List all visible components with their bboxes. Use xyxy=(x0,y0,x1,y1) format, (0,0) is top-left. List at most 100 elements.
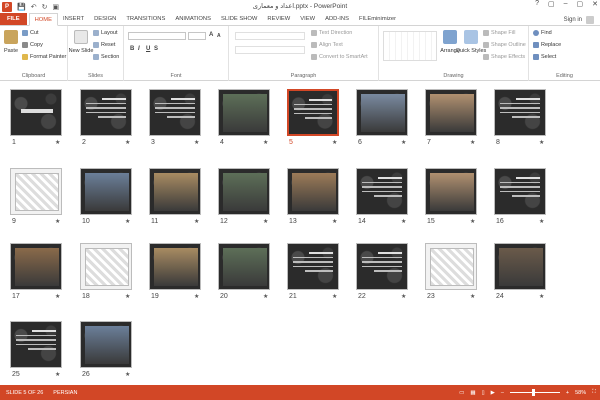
slide-preview[interactable] xyxy=(10,321,62,368)
slide-thumbnail[interactable]: 4 ★ xyxy=(218,89,270,146)
shape-effects-button[interactable]: Shape Effects xyxy=(483,54,525,60)
list-buttons[interactable] xyxy=(235,32,305,40)
new-slide-button[interactable]: New Slide xyxy=(69,30,93,54)
slide-preview[interactable] xyxy=(149,243,201,290)
slide-preview[interactable] xyxy=(10,89,62,136)
font-size-dropdown[interactable] xyxy=(188,32,206,40)
slide-thumbnail[interactable]: 24 ★ xyxy=(494,243,546,300)
star-icon[interactable]: ★ xyxy=(539,293,544,300)
slide-thumbnail[interactable]: 14 ★ xyxy=(356,168,408,225)
find-button[interactable]: Find xyxy=(533,30,552,36)
tab-home[interactable]: HOME xyxy=(28,13,58,26)
slide-preview[interactable] xyxy=(425,168,477,215)
star-icon[interactable]: ★ xyxy=(470,218,475,225)
increase-font-size-button[interactable]: A xyxy=(209,32,213,38)
copy-button[interactable]: Copy xyxy=(22,42,43,48)
slide-thumbnail[interactable]: 15 ★ xyxy=(425,168,477,225)
star-icon[interactable]: ★ xyxy=(401,139,406,146)
slide-preview[interactable] xyxy=(425,89,477,136)
star-icon[interactable]: ★ xyxy=(55,371,60,378)
zoom-slider[interactable] xyxy=(509,389,560,396)
slide-preview[interactable] xyxy=(218,168,270,215)
slide-thumbnail[interactable]: 12 ★ xyxy=(218,168,270,225)
fit-slide-icon[interactable]: ⛶ xyxy=(592,389,596,396)
star-icon[interactable]: ★ xyxy=(263,293,268,300)
slide-thumbnail[interactable]: 2 ★ xyxy=(80,89,132,146)
star-icon[interactable]: ★ xyxy=(194,293,199,300)
shape-fill-button[interactable]: Shape Fill xyxy=(483,30,515,36)
slide-thumbnail[interactable]: 16 ★ xyxy=(494,168,546,225)
slide-thumbnail[interactable]: 10 ★ xyxy=(80,168,132,225)
slide-thumbnail[interactable]: 6 ★ xyxy=(356,89,408,146)
slide-thumbnail[interactable]: 20 ★ xyxy=(218,243,270,300)
slide-preview[interactable] xyxy=(494,89,546,136)
start-slideshow-icon[interactable]: ▣ xyxy=(52,3,59,11)
save-icon[interactable]: 💾 xyxy=(17,3,26,11)
tab-insert[interactable]: INSERT xyxy=(58,13,89,25)
slide-preview[interactable] xyxy=(10,243,62,290)
text-direction-button[interactable]: Text Direction xyxy=(311,30,352,36)
slide-preview[interactable] xyxy=(218,243,270,290)
tab-animations[interactable]: ANIMATIONS xyxy=(170,13,216,25)
help-icon[interactable]: ? xyxy=(535,0,539,8)
slide-thumbnail[interactable]: 5 ★ xyxy=(287,89,339,146)
undo-icon[interactable]: ↶ xyxy=(31,3,37,11)
shape-outline-button[interactable]: Shape Outline xyxy=(483,42,526,48)
slide-thumbnail[interactable]: 26 ★ xyxy=(80,321,132,378)
star-icon[interactable]: ★ xyxy=(470,293,475,300)
slide-sorter[interactable]: 1 ★ 2 ★ 3 ★ 4 ★ 5 ★ 6 ★ 7 ★ 8 ★ 9 ★ 10 ★ 11 ★ 12 ★ 13 ★ 14 ★ 15 ★ 16 ★ 1… xyxy=(0,81,600,385)
slide-preview[interactable] xyxy=(80,321,132,368)
align-text-button[interactable]: Align Text xyxy=(311,42,343,48)
slide-preview[interactable] xyxy=(356,168,408,215)
star-icon[interactable]: ★ xyxy=(332,293,337,300)
tab-add-ins[interactable]: ADD-INS xyxy=(320,13,354,25)
star-icon[interactable]: ★ xyxy=(401,293,406,300)
tab-view[interactable]: VIEW xyxy=(295,13,320,25)
star-icon[interactable]: ★ xyxy=(55,218,60,225)
italic-button[interactable]: I xyxy=(138,46,140,52)
slide-preview[interactable] xyxy=(80,168,132,215)
slide-preview[interactable] xyxy=(494,168,546,215)
slide-preview[interactable] xyxy=(149,168,201,215)
font-name-dropdown[interactable] xyxy=(128,32,186,40)
star-icon[interactable]: ★ xyxy=(55,293,60,300)
alignment-buttons[interactable] xyxy=(235,46,305,54)
slide-thumbnail[interactable]: 1 ★ xyxy=(10,89,62,146)
convert-smartart-button[interactable]: Convert to SmartArt xyxy=(311,54,368,60)
slide-preview[interactable] xyxy=(356,243,408,290)
slide-thumbnail[interactable]: 3 ★ xyxy=(149,89,201,146)
layout-button[interactable]: Layout xyxy=(93,30,118,36)
star-icon[interactable]: ★ xyxy=(125,293,130,300)
slide-preview[interactable] xyxy=(80,89,132,136)
slide-thumbnail[interactable]: 17 ★ xyxy=(10,243,62,300)
zoom-slider-handle[interactable] xyxy=(531,389,535,396)
underline-button[interactable]: U xyxy=(146,46,150,52)
replace-button[interactable]: Replace xyxy=(533,42,561,48)
tab-transitions[interactable]: TRANSITIONS xyxy=(121,13,170,25)
quick-styles-button[interactable]: Quick Styles xyxy=(456,30,486,54)
tab-slide-show[interactable]: SLIDE SHOW xyxy=(216,13,262,25)
powerpoint-app-icon[interactable]: P xyxy=(2,1,12,12)
slide-thumbnail[interactable]: 23 ★ xyxy=(425,243,477,300)
slide-thumbnail[interactable]: 19 ★ xyxy=(149,243,201,300)
slide-sorter-view-icon[interactable]: ▦ xyxy=(470,390,475,396)
star-icon[interactable]: ★ xyxy=(125,218,130,225)
slide-thumbnail[interactable]: 8 ★ xyxy=(494,89,546,146)
shadow-button[interactable]: S xyxy=(154,46,158,52)
normal-view-icon[interactable]: ▭ xyxy=(459,390,464,396)
format-painter-button[interactable]: Format Painter xyxy=(22,54,66,60)
slide-preview[interactable] xyxy=(287,243,339,290)
slide-preview[interactable] xyxy=(287,89,339,136)
star-icon[interactable]: ★ xyxy=(125,139,130,146)
zoom-out-button[interactable]: – xyxy=(501,390,504,396)
star-icon[interactable]: ★ xyxy=(539,218,544,225)
slideshow-view-icon[interactable]: ▶ xyxy=(491,390,495,396)
slide-thumbnail[interactable]: 21 ★ xyxy=(287,243,339,300)
star-icon[interactable]: ★ xyxy=(55,139,60,146)
slide-preview[interactable] xyxy=(494,243,546,290)
zoom-in-button[interactable]: + xyxy=(566,390,569,396)
slide-preview[interactable] xyxy=(356,89,408,136)
star-icon[interactable]: ★ xyxy=(539,139,544,146)
maximize-button[interactable]: ▢ xyxy=(577,0,584,8)
slide-preview[interactable] xyxy=(80,243,132,290)
